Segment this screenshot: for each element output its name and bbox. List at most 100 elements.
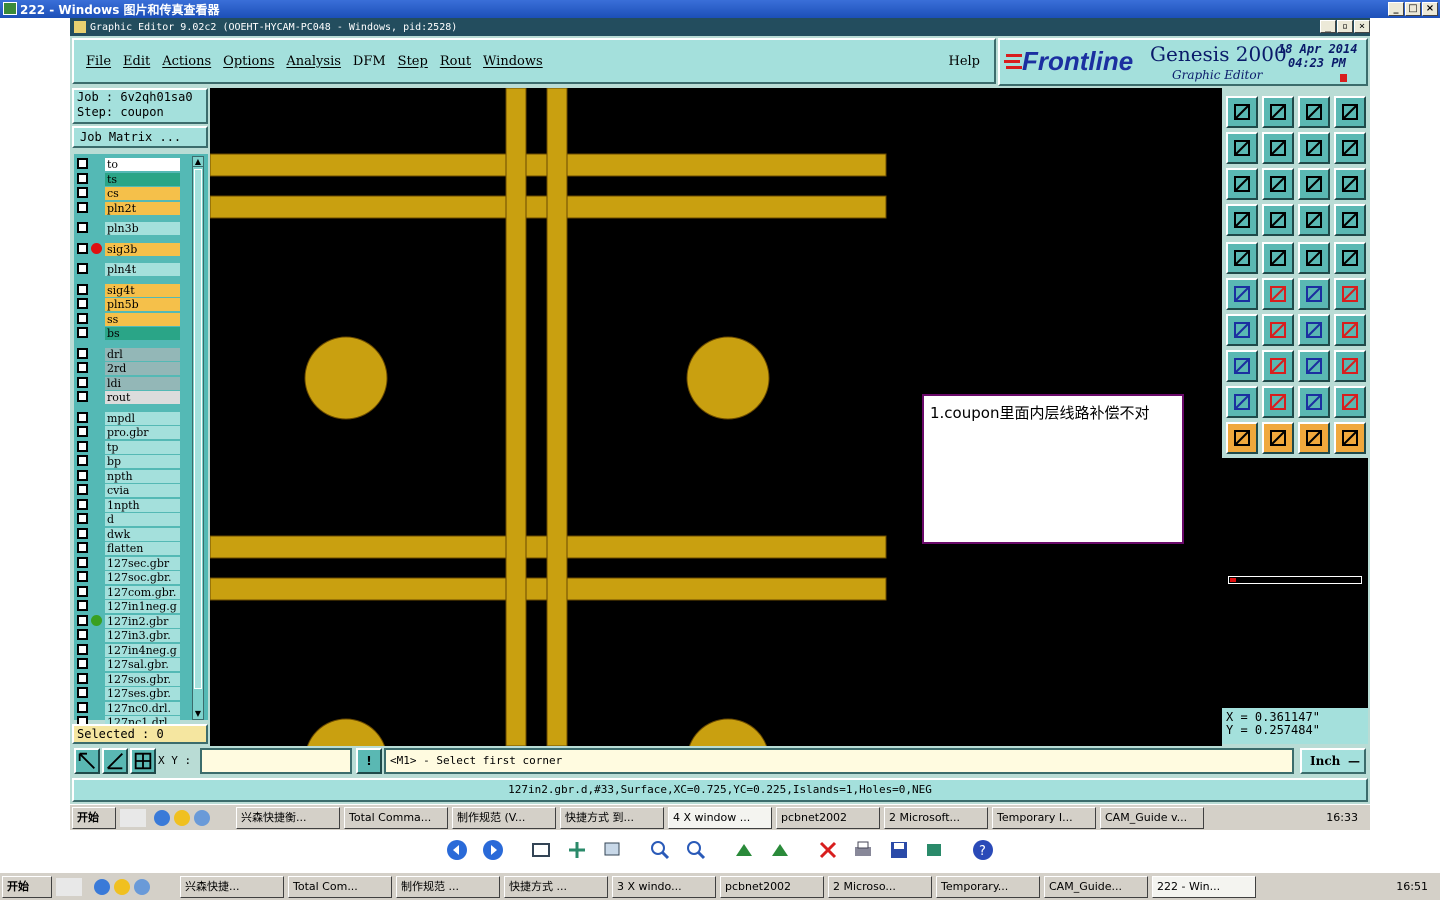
ruler-icon[interactable] [1298,242,1330,274]
layer-name[interactable]: ldi [105,376,180,390]
layer-checkbox[interactable] [77,556,88,568]
units-selector[interactable]: Inch — [1300,748,1366,774]
inner-task-2[interactable]: 制作规范 (V... [452,806,556,829]
layer-row[interactable]: bs [74,327,186,340]
draw-line-icon[interactable] [1226,314,1258,346]
layer-name[interactable]: 127in1neg.g [105,600,180,613]
layer-row[interactable]: 127sec.gbr [74,556,186,570]
layer-checkbox[interactable] [77,687,88,698]
grid-tool-icon[interactable] [130,748,156,774]
layer-row[interactable]: ss [74,312,186,326]
outer-start-button[interactable]: 开始 [2,875,52,898]
layer-scrollbar[interactable]: ▲ ▼ [192,156,204,720]
connect-nodes-icon[interactable] [1226,278,1258,310]
menu-windows[interactable]: Windows [483,54,543,69]
grid-display-icon[interactable] [1262,204,1294,236]
cluster-icon[interactable] [1334,350,1366,382]
layer-row[interactable]: cs [74,187,186,200]
app-minimize-button[interactable]: _ [1320,20,1336,33]
inner-task-6[interactable]: 2 Microsoft... [884,806,988,829]
viewer-close-button[interactable]: × [1422,2,1438,16]
layer-checkbox[interactable] [77,658,88,669]
zoom-in-icon[interactable] [648,838,672,862]
pointer-multi-icon[interactable] [1334,422,1366,454]
layer-name[interactable]: ts [105,172,180,186]
print-icon[interactable] [851,838,875,862]
overview-panel[interactable] [1222,458,1368,708]
layer-row[interactable]: 1npth [74,498,186,512]
alert-icon[interactable]: ! [356,748,382,774]
layer-row[interactable]: 127in2.gbr [74,614,186,628]
next-icon[interactable] [481,838,505,862]
outer-task-7[interactable]: Temporary... [936,875,1040,898]
layer-row[interactable]: 127nc0.drl. [74,701,186,715]
scroll-up-icon[interactable]: ▲ [193,157,203,167]
slideshow-icon[interactable] [600,838,624,862]
app-restore-button[interactable]: ▫ [1337,20,1353,33]
layer-name[interactable]: 127ses.gbr. [105,687,180,700]
layer-name[interactable]: cs [105,187,180,200]
layer-name[interactable]: 2rd [105,362,180,375]
cut-line-icon[interactable] [1262,350,1294,382]
layer-row[interactable]: pln4t [74,263,186,276]
inner-quicklaunch-icon[interactable] [120,808,146,827]
layer-checkbox[interactable] [77,263,88,274]
help-icon[interactable] [1334,168,1366,200]
layer-row[interactable]: npth [74,469,186,483]
layer-row[interactable]: bp [74,455,186,468]
outer-task-2[interactable]: 制作规范 ... [396,875,500,898]
layer-name[interactable]: pln5b [105,298,180,311]
rotate-counterclockwise-icon[interactable] [768,838,792,862]
inner-task-7[interactable]: Temporary I... [992,806,1096,829]
layer-name[interactable]: pln3b [105,222,180,235]
layer-name[interactable]: 127soc.gbr. [105,571,180,584]
layer-name[interactable]: npth [105,469,180,483]
layer-checkbox[interactable] [77,242,88,254]
inner-start-button[interactable]: 开始 [72,806,116,829]
import-icon[interactable] [1226,132,1258,164]
outer-quicklaunch-icon[interactable] [56,877,82,896]
layer-checkbox[interactable] [77,629,88,640]
outer-task-0[interactable]: 兴森快捷... [180,875,284,898]
snap-tool-icon[interactable] [74,748,100,774]
layer-checkbox[interactable] [77,411,88,423]
layer-checkbox[interactable] [77,440,88,452]
outer-task-8[interactable]: CAM_Guide... [1044,875,1148,898]
copy-step-icon[interactable] [1298,132,1330,164]
outer-task-5[interactable]: pcbnet2002 [720,875,824,898]
feature-filter-icon[interactable] [1334,314,1366,346]
pointer-circle-icon[interactable] [1298,422,1330,454]
layer-checkbox[interactable] [77,426,88,437]
layer-name[interactable]: tp [105,440,180,454]
layer-checkbox[interactable] [77,600,88,611]
menu-dfm[interactable]: DFM [353,54,386,69]
layer-checkbox[interactable] [77,347,88,359]
layer-row[interactable]: pln5b [74,298,186,311]
layer-name[interactable]: 127sec.gbr [105,556,180,570]
zoom-out-icon[interactable] [684,838,708,862]
layer-name[interactable]: 127sos.gbr. [105,672,180,686]
layer-checkbox[interactable] [77,362,88,373]
layer-checkbox[interactable] [77,298,88,309]
rotate-clockwise-icon[interactable] [732,838,756,862]
layer-row[interactable]: 127in1neg.g [74,600,186,613]
layer-row[interactable]: 127in3.gbr. [74,629,186,642]
layer-checkbox[interactable] [77,455,88,466]
layer-row[interactable]: to [74,158,186,171]
arc-icon[interactable] [1298,314,1330,346]
layer-row[interactable]: sig4t [74,283,186,297]
polygon-icon[interactable] [1298,386,1330,418]
scroll-thumb[interactable] [194,169,202,689]
layer-row[interactable]: rout [74,391,186,404]
display-config-icon[interactable] [1226,204,1258,236]
layer-name[interactable]: 127in4neg.g [105,643,180,657]
layer-checkbox[interactable] [77,312,88,324]
layer-checkbox[interactable] [77,672,88,684]
zoom-fit-icon[interactable] [1226,168,1258,200]
layer-name[interactable]: sig3b [105,242,180,256]
layer-row[interactable]: 2rd [74,362,186,375]
browser-icon[interactable] [174,809,190,826]
layer-name[interactable]: dwk [105,527,180,541]
layer-checkbox[interactable] [77,542,88,553]
layer-checkbox[interactable] [77,643,88,655]
